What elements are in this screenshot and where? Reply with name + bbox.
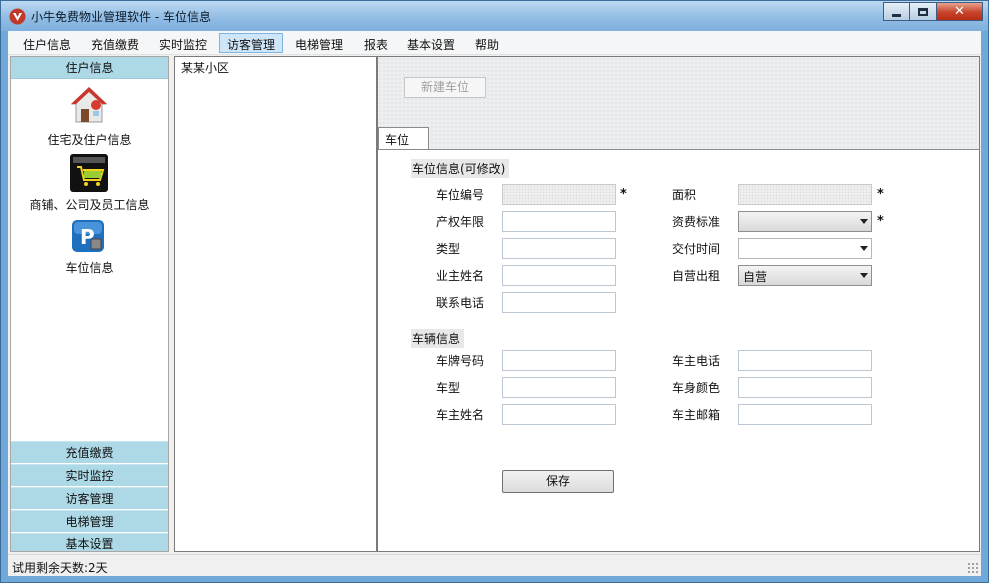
- label-car-owner-name: 车主姓名: [436, 408, 485, 422]
- nav-entry-shops[interactable]: 商铺、公司及员工信息: [11, 153, 168, 212]
- window-title: 小牛免费物业管理软件 - 车位信息: [31, 10, 211, 24]
- label-self-rent: 自营出租: [672, 269, 721, 283]
- app-window: 小牛免费物业管理软件 - 车位信息 ✕ 住户信息 充值缴费 实时监控 访客管理 …: [0, 0, 989, 583]
- menu-item-residents[interactable]: 住户信息: [16, 33, 78, 53]
- resize-grip-icon[interactable]: [967, 562, 978, 573]
- app-logo-icon: [9, 8, 26, 25]
- menu-item-elevator[interactable]: 电梯管理: [288, 33, 350, 53]
- close-button[interactable]: ✕: [937, 2, 983, 21]
- nav-label-housing: 住宅及住户信息: [47, 133, 132, 147]
- label-delivery-time: 交付时间: [672, 242, 721, 256]
- save-button[interactable]: 保存: [502, 470, 614, 493]
- car-color-input[interactable]: [738, 377, 872, 398]
- nav-header-residents[interactable]: 住户信息: [11, 57, 168, 79]
- label-car-model: 车型: [436, 381, 461, 395]
- menu-bar: 住户信息 充值缴费 实时监控 访客管理 电梯管理 报表 基本设置 帮助: [8, 31, 981, 55]
- menu-item-monitor[interactable]: 实时监控: [152, 33, 214, 53]
- title-bar[interactable]: 小牛免费物业管理软件 - 车位信息 ✕: [1, 1, 988, 31]
- maximize-button[interactable]: [910, 2, 937, 21]
- label-parking-number: 车位编号: [436, 188, 485, 202]
- area-input[interactable]: [738, 184, 872, 205]
- self-rent-select[interactable]: 自营: [738, 265, 872, 286]
- required-mark: *: [620, 187, 627, 202]
- minimize-button[interactable]: [883, 2, 910, 21]
- close-icon: ✕: [954, 4, 965, 19]
- detail-panel: 新建车位 车位 车位信息(可修改) 车位编号 * 面积 * 产权年限 资费标准 …: [377, 56, 980, 552]
- nav-entry-housing[interactable]: 住宅及住户信息: [11, 85, 168, 151]
- chevron-down-icon: [860, 219, 868, 224]
- tab-parking[interactable]: 车位: [378, 127, 429, 150]
- nav-footer-monitor[interactable]: 实时监控: [11, 464, 168, 486]
- minimize-icon: [892, 13, 901, 17]
- required-mark: *: [877, 187, 884, 202]
- parking-form: 车位信息(可修改) 车位编号 * 面积 * 产权年限 资费标准 * 类型 交付时…: [378, 149, 979, 551]
- label-car-owner-phone: 车主电话: [672, 354, 721, 368]
- nav-footer-recharge[interactable]: 充值缴费: [11, 441, 168, 463]
- self-rent-value: 自营: [743, 270, 768, 284]
- nav-label-shops: 商铺、公司及员工信息: [29, 198, 150, 212]
- maximize-icon: [918, 7, 928, 16]
- label-owner-name: 业主姓名: [436, 269, 485, 283]
- car-owner-email-input[interactable]: [738, 404, 872, 425]
- fee-standard-select[interactable]: [738, 211, 872, 232]
- type-input[interactable]: [502, 238, 616, 259]
- label-car-owner-email: 车主邮箱: [672, 408, 721, 422]
- status-bar: 试用剩余天数:2天: [8, 554, 981, 576]
- label-property-years: 产权年限: [436, 215, 485, 229]
- car-owner-name-input[interactable]: [502, 404, 616, 425]
- nav-entry-parking[interactable]: P 车位信息: [11, 219, 168, 277]
- label-fee-standard: 资费标准: [672, 215, 721, 229]
- group-title-vehicle-info: 车辆信息: [411, 329, 465, 348]
- nav-label-parking: 车位信息: [65, 261, 114, 275]
- menu-item-help[interactable]: 帮助: [468, 33, 506, 53]
- trial-days-text: 试用剩余天数:2天: [12, 561, 108, 575]
- nav-footer-visitors[interactable]: 访客管理: [11, 487, 168, 509]
- menu-item-reports[interactable]: 报表: [357, 33, 395, 53]
- tree-node-community[interactable]: 某某小区: [181, 59, 229, 76]
- window-controls: ✕: [883, 2, 983, 21]
- label-car-color: 车身颜色: [672, 381, 721, 395]
- label-contact-phone: 联系电话: [436, 296, 485, 310]
- label-area: 面积: [672, 188, 697, 202]
- parking-number-input[interactable]: [502, 184, 616, 205]
- nav-footer-settings[interactable]: 基本设置: [11, 533, 168, 551]
- label-type: 类型: [436, 242, 461, 256]
- required-mark: *: [877, 214, 884, 229]
- house-icon: [70, 87, 108, 123]
- group-title-parking-info: 车位信息(可修改): [411, 159, 510, 178]
- label-plate-number: 车牌号码: [436, 354, 485, 368]
- chevron-down-icon: [860, 246, 868, 251]
- delivery-time-picker[interactable]: [738, 238, 872, 259]
- plate-number-input[interactable]: [502, 350, 616, 371]
- client-area: 住户信息 充值缴费 实时监控 访客管理 电梯管理 报表 基本设置 帮助 住户信息…: [8, 31, 981, 576]
- menu-item-visitors[interactable]: 访客管理: [219, 33, 284, 53]
- shop-cart-icon: [70, 154, 108, 192]
- community-tree: 某某小区: [174, 56, 377, 552]
- owner-name-input[interactable]: [502, 265, 616, 286]
- parking-icon: P: [72, 220, 104, 252]
- property-years-input[interactable]: [502, 211, 616, 232]
- nav-footer-elevator[interactable]: 电梯管理: [11, 510, 168, 532]
- menu-item-settings[interactable]: 基本设置: [400, 33, 462, 53]
- menu-item-recharge[interactable]: 充值缴费: [84, 33, 146, 53]
- contact-phone-input[interactable]: [502, 292, 616, 313]
- chevron-down-icon: [860, 273, 868, 278]
- car-owner-phone-input[interactable]: [738, 350, 872, 371]
- new-parking-button[interactable]: 新建车位: [404, 77, 486, 98]
- car-model-input[interactable]: [502, 377, 616, 398]
- nav-sidebar: 住户信息 住宅及住户信息 商铺、公司及员工信息 P 车位信息 充值缴费 实时监控…: [10, 56, 169, 552]
